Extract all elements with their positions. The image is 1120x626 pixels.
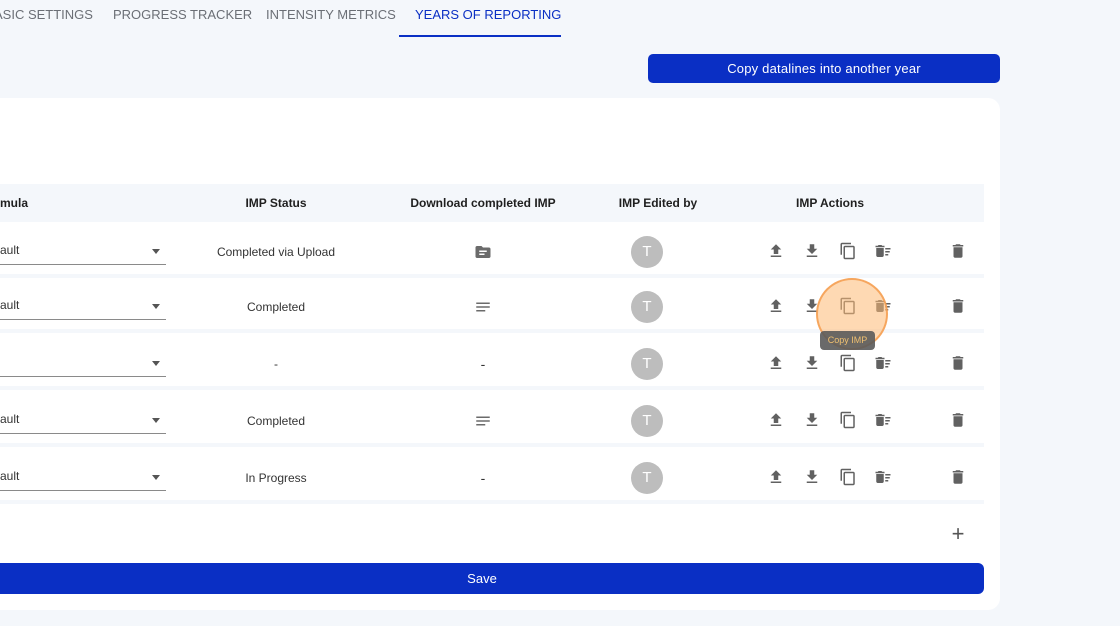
- delete-icon[interactable]: [948, 241, 968, 261]
- table-row: ault Completed T: [0, 394, 984, 447]
- clear-icon[interactable]: [873, 410, 893, 430]
- avatar: T: [630, 394, 664, 447]
- header-formula: mula: [0, 196, 29, 210]
- table-row: ault In Progress - T: [0, 451, 984, 504]
- avatar-initial: T: [631, 404, 663, 437]
- header-actions: IMP Actions: [795, 196, 864, 210]
- formula-select[interactable]: ault: [0, 237, 166, 265]
- clear-icon[interactable]: [873, 296, 893, 316]
- upload-icon[interactable]: [766, 296, 786, 316]
- imp-status: Completed: [246, 413, 306, 428]
- upload-icon[interactable]: [766, 467, 786, 487]
- table-row: ault Completed T: [0, 280, 984, 333]
- imp-status: Completed via Upload: [216, 244, 336, 259]
- copy-imp-tooltip: Copy IMP: [820, 331, 875, 350]
- save-button[interactable]: Save: [0, 563, 984, 594]
- avatar-initial: T: [631, 461, 663, 494]
- notes-icon[interactable]: [463, 394, 503, 447]
- tab-intensity-metrics[interactable]: INTENSITY METRICS: [266, 0, 396, 38]
- chevron-down-icon: [152, 304, 160, 309]
- formula-value: ault: [0, 298, 20, 312]
- imp-status: Completed: [246, 299, 306, 314]
- copy-icon[interactable]: [838, 410, 858, 430]
- clear-icon[interactable]: [873, 353, 893, 373]
- download-icon[interactable]: [802, 410, 822, 430]
- upload-icon[interactable]: [766, 353, 786, 373]
- formula-value: ault: [0, 469, 20, 483]
- folder-icon[interactable]: [463, 225, 503, 278]
- avatar-initial: T: [631, 235, 663, 268]
- upload-icon[interactable]: [766, 410, 786, 430]
- clear-icon[interactable]: [873, 467, 893, 487]
- delete-icon[interactable]: [948, 467, 968, 487]
- active-tab-indicator: [399, 35, 561, 37]
- formula-select[interactable]: ault: [0, 463, 166, 491]
- clear-icon[interactable]: [873, 241, 893, 261]
- add-row-button[interactable]: +: [947, 523, 969, 546]
- notes-icon[interactable]: [463, 280, 503, 333]
- formula-value: ault: [0, 243, 20, 257]
- upload-icon[interactable]: [766, 241, 786, 261]
- download-empty: -: [480, 469, 486, 486]
- avatar-initial: T: [631, 290, 663, 323]
- avatar: T: [630, 451, 664, 504]
- imp-status: In Progress: [245, 470, 307, 485]
- delete-icon[interactable]: [948, 296, 968, 316]
- formula-select[interactable]: [0, 349, 166, 377]
- imp-status: -: [274, 356, 278, 371]
- formula-select[interactable]: ault: [0, 406, 166, 434]
- formula-select[interactable]: ault: [0, 292, 166, 320]
- chevron-down-icon: [152, 418, 160, 423]
- avatar: T: [630, 280, 664, 333]
- table-row: ault Completed via Upload T: [0, 225, 984, 278]
- tab-years-of-reporting[interactable]: YEARS OF REPORTING: [415, 0, 561, 38]
- formula-value: ault: [0, 412, 20, 426]
- avatar-initial: T: [631, 347, 663, 380]
- avatar: T: [630, 337, 664, 390]
- chevron-down-icon: [152, 361, 160, 366]
- chevron-down-icon: [152, 249, 160, 254]
- delete-icon[interactable]: [948, 410, 968, 430]
- download-icon[interactable]: [802, 296, 822, 316]
- copy-icon[interactable]: [838, 296, 858, 316]
- avatar: T: [630, 225, 664, 278]
- download-icon[interactable]: [802, 353, 822, 373]
- header-imp-status: IMP Status: [245, 196, 307, 210]
- table-header: mula IMP Status Download completed IMP I…: [0, 184, 984, 222]
- header-download: Download completed IMP: [410, 196, 556, 210]
- copy-icon[interactable]: [838, 353, 858, 373]
- tab-bar: ASIC SETTINGS PROGRESS TRACKER INTENSITY…: [0, 0, 1120, 38]
- download-icon[interactable]: [802, 241, 822, 261]
- header-edited-by: IMP Edited by: [618, 196, 698, 210]
- tab-basic-settings[interactable]: ASIC SETTINGS: [0, 0, 93, 38]
- download-empty: -: [480, 355, 486, 372]
- copy-icon[interactable]: [838, 467, 858, 487]
- tab-progress-tracker[interactable]: PROGRESS TRACKER: [113, 0, 252, 38]
- download-icon[interactable]: [802, 467, 822, 487]
- delete-icon[interactable]: [948, 353, 968, 373]
- copy-icon[interactable]: [838, 241, 858, 261]
- copy-datalines-button[interactable]: Copy datalines into another year: [648, 54, 1000, 83]
- chevron-down-icon: [152, 475, 160, 480]
